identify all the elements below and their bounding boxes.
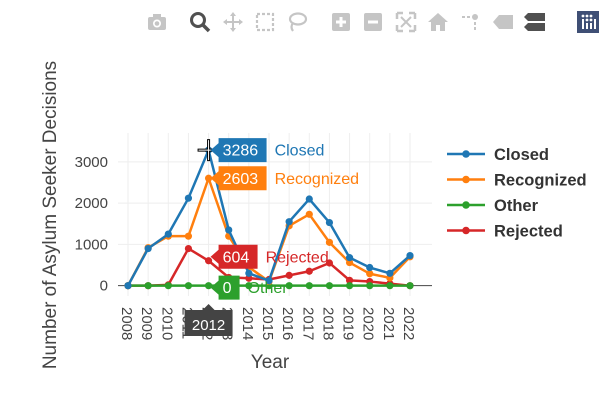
hover-name-recognized: Recognized — [275, 171, 360, 188]
data-point-other[interactable] — [164, 282, 172, 290]
data-point-other[interactable] — [406, 282, 414, 290]
hover-name-rejected: Rejected — [266, 249, 329, 266]
x-axis-title: Year — [251, 352, 290, 373]
x-tick-label: 2019 — [340, 307, 357, 340]
x-tick-label: 2008 — [118, 307, 135, 340]
x-tick-label: 2021 — [380, 307, 397, 340]
x-tick-label: 2016 — [279, 307, 296, 340]
legend-swatch-marker — [462, 226, 470, 235]
data-point-rejected[interactable] — [184, 244, 193, 253]
data-point-closed[interactable] — [124, 282, 132, 290]
legend-label: Other — [494, 197, 539, 215]
data-point-other[interactable] — [305, 282, 313, 290]
hover-x-label: 2012 — [192, 317, 225, 334]
legend-swatch-marker — [462, 150, 470, 158]
legend-item-closed[interactable]: Closed — [447, 146, 549, 164]
data-point-closed[interactable] — [386, 269, 394, 277]
hover-value-recognized: 2603 — [223, 171, 259, 188]
data-point-closed[interactable] — [285, 218, 293, 226]
data-point-closed[interactable] — [144, 244, 152, 253]
data-point-other[interactable] — [144, 282, 152, 290]
data-point-closed[interactable] — [305, 195, 313, 203]
data-point-recognized[interactable] — [325, 238, 334, 246]
legend[interactable]: Closed Recognized Other Rejected — [447, 146, 587, 241]
hover-value-closed: 3286 — [223, 143, 259, 160]
y-tick-label: 2000 — [75, 195, 108, 212]
data-point-closed[interactable] — [406, 251, 414, 260]
data-point-closed[interactable] — [225, 226, 233, 234]
data-point-other[interactable] — [345, 282, 354, 290]
y-tick-label: 0 — [100, 278, 108, 295]
hover-value-other: 0 — [223, 280, 232, 297]
data-point-recognized[interactable] — [366, 270, 374, 278]
x-tick-label: 2015 — [259, 307, 276, 340]
data-point-closed[interactable] — [184, 194, 193, 202]
legend-item-rejected[interactable]: Rejected — [447, 223, 563, 241]
data-point-recognized[interactable] — [305, 210, 313, 218]
data-point-other[interactable] — [184, 282, 193, 290]
x-tick-label: 2010 — [158, 307, 175, 340]
x-tick-label: 2009 — [138, 307, 155, 340]
legend-swatch-marker — [462, 175, 470, 184]
data-point-other[interactable] — [386, 282, 394, 290]
legend-swatch-marker — [462, 201, 470, 209]
data-point-other[interactable] — [204, 282, 213, 290]
data-point-rejected[interactable] — [285, 271, 293, 279]
data-point-other[interactable] — [366, 282, 374, 290]
x-tick-label: 2020 — [360, 307, 377, 340]
x-tick-label: 2017 — [299, 307, 316, 340]
data-point-closed[interactable] — [164, 230, 172, 238]
data-point-closed[interactable] — [345, 254, 354, 262]
data-point-recognized[interactable] — [184, 232, 193, 240]
x-tick-label: 2022 — [400, 307, 417, 340]
y-axis-title: Number of Asylum Seeker Decisions — [40, 61, 61, 369]
data-point-closed[interactable] — [245, 269, 253, 277]
legend-label: Closed — [494, 146, 549, 164]
hover-name-other: Other — [248, 280, 289, 297]
data-point-closed[interactable] — [366, 263, 374, 272]
data-point-rejected[interactable] — [305, 267, 313, 275]
legend-item-recognized[interactable]: Recognized — [447, 172, 587, 190]
hover-name-closed: Closed — [275, 143, 325, 160]
hover-value-rejected: 604 — [223, 249, 250, 266]
y-tick-label: 1000 — [75, 236, 108, 253]
legend-label: Rejected — [494, 223, 563, 241]
legend-item-other[interactable]: Other — [447, 197, 539, 215]
legend-label: Recognized — [494, 172, 587, 190]
data-point-closed[interactable] — [325, 218, 334, 227]
data-point-rejected[interactable] — [204, 257, 213, 265]
data-point-other[interactable] — [325, 282, 334, 290]
y-tick-label: 3000 — [75, 154, 108, 171]
chart-area: 0100020003000200820092010201120122013201… — [40, 61, 587, 373]
x-tick-label: 2014 — [239, 307, 256, 340]
x-tick-label: 2018 — [319, 307, 336, 340]
